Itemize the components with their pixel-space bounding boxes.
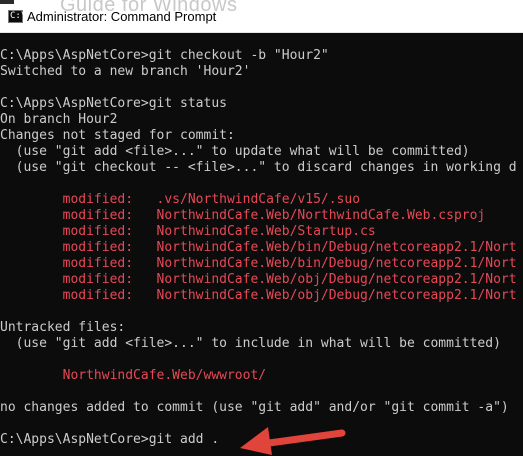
window-title: Administrator: Command Prompt: [27, 9, 217, 24]
console-modified-line: modified: NorthwindCafe.Web/Startup.cs: [0, 224, 376, 239]
console-modified-line: modified: NorthwindCafe.Web/bin/Debug/ne…: [0, 256, 517, 271]
console-modified-line: modified: .vs/NorthwindCafe/v15/.suo: [0, 192, 361, 207]
console-line: Switched to a new branch 'Hour2': [0, 64, 251, 79]
console-line: (use "git add <file>..." to update what …: [0, 144, 470, 159]
cmd-icon[interactable]: C:\: [8, 10, 27, 23]
console-line: no changes added to commit (use "git add…: [0, 400, 509, 415]
console-modified-line: NorthwindCafe.Web/wwwroot/: [0, 368, 267, 383]
console-line: Untracked files:: [0, 320, 126, 335]
console-modified-line: modified: NorthwindCafe.Web/obj/Debug/ne…: [0, 272, 517, 287]
console-output[interactable]: C:\Apps\AspNetCore>git checkout -b "Hour…: [0, 33, 523, 456]
arrow-head: [240, 427, 272, 455]
title-bar[interactable]: Guide for Windows C:\ Administrator: Com…: [0, 0, 523, 33]
console-line: On branch Hour2: [0, 112, 118, 127]
background-window-edge: [0, 0, 14, 4]
console-line: (use "git add <file>..." to include in w…: [0, 336, 501, 351]
console-line: Changes not staged for commit:: [0, 128, 235, 143]
command-prompt-window: Guide for Windows C:\ Administrator: Com…: [0, 0, 523, 456]
arrow-shaft: [258, 429, 346, 448]
console-line: (use "git checkout -- <file>..." to disc…: [0, 160, 517, 175]
console-line: C:\Apps\AspNetCore>git checkout -b "Hour…: [0, 48, 329, 63]
console-line: C:\Apps\AspNetCore>git add .: [0, 432, 220, 447]
cmd-icon-glyph: C:\: [10, 11, 27, 21]
red-arrow-icon: [240, 427, 346, 455]
console-modified-line: modified: NorthwindCafe.Web/NorthwindCaf…: [0, 208, 486, 223]
console-line: C:\Apps\AspNetCore>git status: [0, 96, 227, 111]
console-modified-line: modified: NorthwindCafe.Web/bin/Debug/ne…: [0, 240, 517, 255]
console-modified-line: modified: NorthwindCafe.Web/obj/Debug/ne…: [0, 288, 517, 303]
